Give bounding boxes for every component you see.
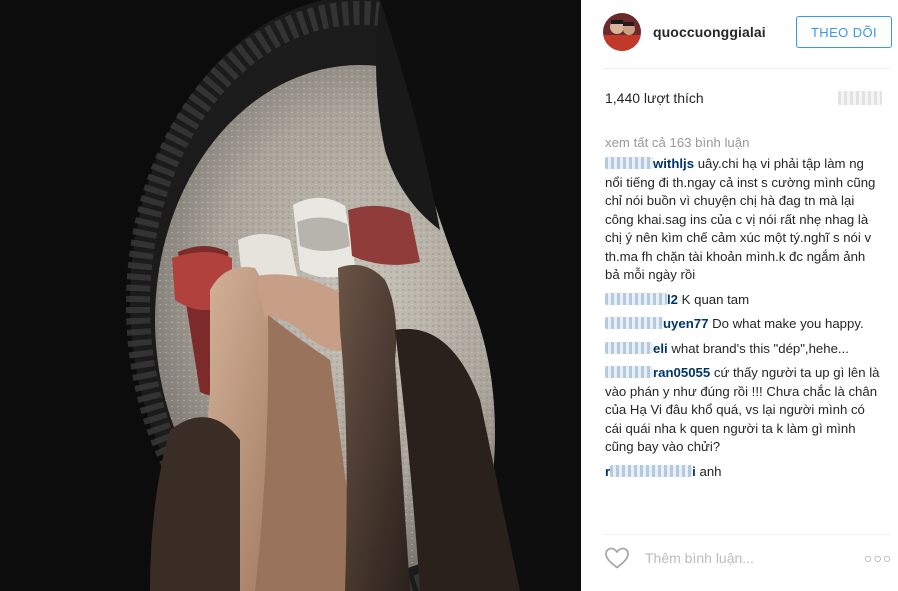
avatar[interactable] (603, 13, 641, 51)
comment-item: withljs uây.chi hạ vi phải tập làm ng nổ… (605, 155, 882, 285)
comment-text: uây.chi hạ vi phải tập làm ng nổi tiếng … (605, 156, 876, 282)
comment-text: anh (699, 463, 722, 479)
photo-feet-slippers (0, 0, 581, 591)
comment-username[interactable]: withljs (605, 156, 694, 171)
add-comment-input[interactable] (645, 544, 864, 572)
post-side-panel: quoccuonggialai THEO DÕI 1,440 lượt thíc… (581, 0, 898, 591)
timestamp-blurred (838, 91, 882, 105)
divider (603, 534, 890, 535)
post-photo (0, 0, 581, 591)
comment-username[interactable]: eli (605, 341, 668, 356)
likes-row: 1,440 lượt thích (605, 90, 890, 108)
comment-username[interactable]: uyen77 (605, 316, 708, 331)
avatar-image (603, 13, 641, 51)
blurred-username-prefix (605, 292, 667, 305)
likes-count[interactable]: 1,440 lượt thích (605, 90, 704, 106)
comment-item: ran05055 cứ thấy người ta up gì lên là v… (605, 364, 882, 457)
comment-footer: ○○○ (603, 541, 892, 575)
comment-text: K quan tam (681, 291, 750, 307)
comment-item: eli what brand's this "dép",hehe... (605, 340, 882, 359)
heart-icon[interactable] (603, 544, 631, 572)
blurred-username-prefix (605, 157, 653, 169)
comment-text: Do what make you happy. (712, 316, 864, 331)
comment-username[interactable]: ri (605, 464, 696, 479)
comment-item: l2 K quan tam (605, 291, 882, 310)
more-options-icon[interactable]: ○○○ (864, 550, 892, 566)
comment-username[interactable]: ran05055 (605, 365, 710, 380)
blurred-username-prefix (605, 341, 653, 354)
post-header: quoccuonggialai THEO DÕI (603, 10, 892, 54)
blurred-username-prefix (605, 317, 663, 329)
divider (603, 68, 890, 69)
follow-button[interactable]: THEO DÕI (796, 16, 892, 48)
comment-item: uyen77 Do what make you happy. (605, 315, 882, 334)
view-all-comments-link[interactable]: xem tất cả 163 bình luận (605, 134, 882, 152)
comment-text: what brand's this "dép",hehe... (671, 340, 849, 356)
comment-username[interactable]: l2 (605, 292, 678, 307)
comment-item: ri anh (605, 463, 882, 482)
comments-list: xem tất cả 163 bình luận withljs uây.chi… (605, 114, 882, 487)
blurred-username-prefix (605, 366, 653, 378)
post-username[interactable]: quoccuonggialai (653, 24, 766, 40)
blurred-username-middle (610, 464, 693, 477)
